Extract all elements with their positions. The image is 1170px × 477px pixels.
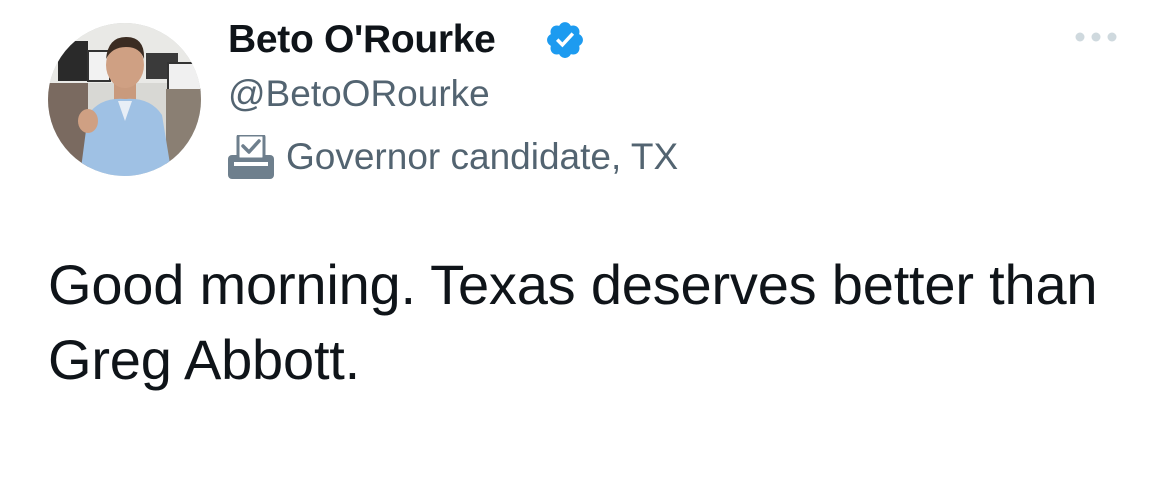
more-options-icon[interactable] — [1066, 20, 1126, 54]
author-avatar[interactable] — [48, 23, 201, 176]
verified-badge-icon — [547, 22, 583, 58]
tweet-text: Good morning. Texas deserves better than… — [48, 253, 1098, 391]
author-display-name[interactable]: Beto O'Rourke — [228, 14, 496, 66]
author-handle[interactable]: @BetoORourke — [228, 70, 490, 118]
tweet-card: Beto O'Rourke @BetoORourke Governor cand… — [0, 0, 1170, 477]
author-label-text: Governor candidate, TX — [286, 136, 679, 177]
ballot-box-icon — [228, 135, 274, 179]
avatar-photo-icon — [48, 23, 201, 176]
